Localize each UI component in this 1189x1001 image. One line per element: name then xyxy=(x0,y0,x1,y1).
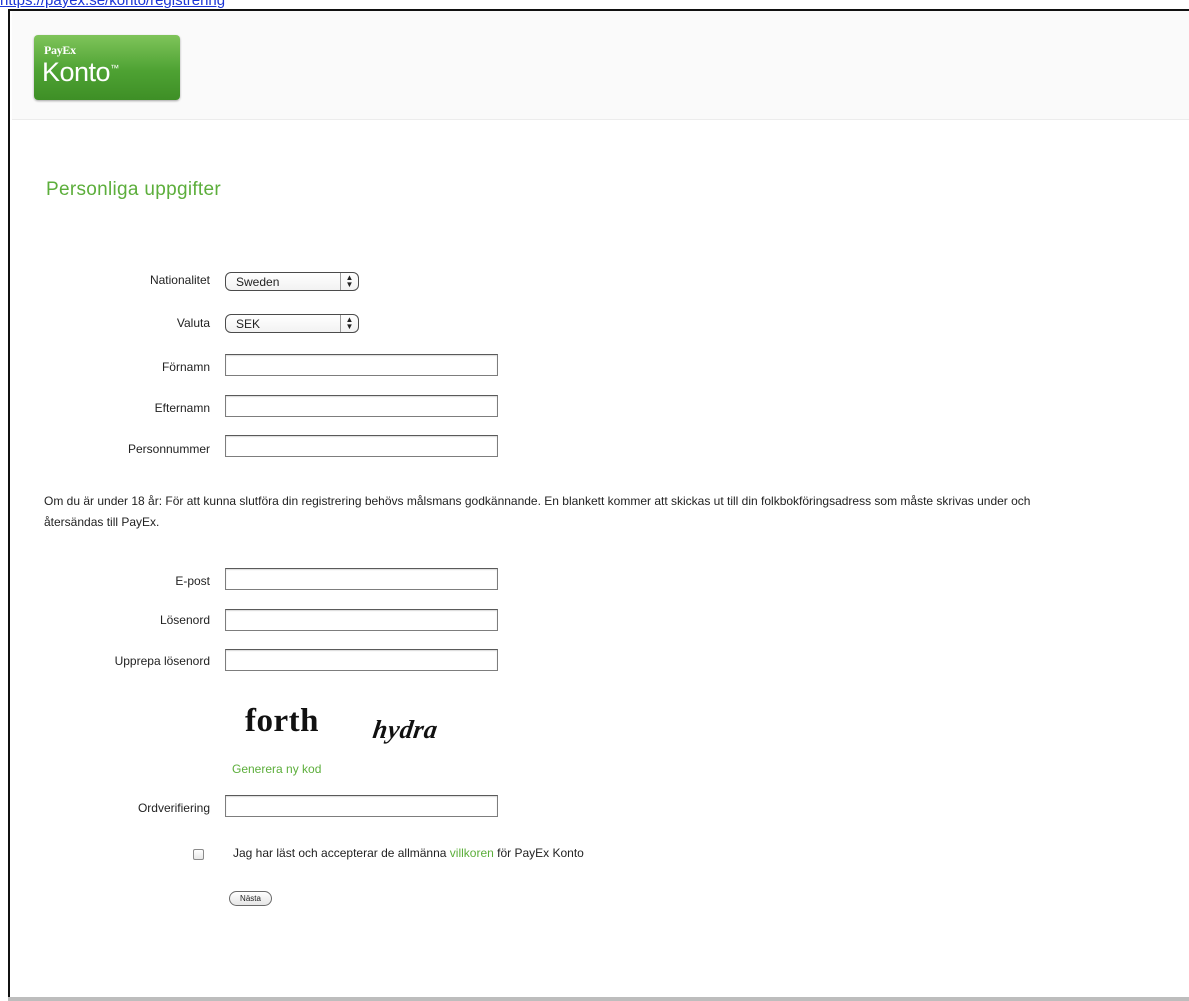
nationality-value: Sweden xyxy=(236,275,280,289)
password-field[interactable] xyxy=(225,609,498,631)
email-label: E-post xyxy=(175,574,210,588)
page-title: Personliga uppgifter xyxy=(46,179,221,200)
next-button[interactable]: Nästa xyxy=(229,891,272,906)
under-18-info-text: Om du är under 18 år: För att kunna slut… xyxy=(44,494,1031,529)
personal-number-field[interactable] xyxy=(225,435,498,457)
bottom-divider xyxy=(8,997,1189,1001)
word-verification-field[interactable] xyxy=(225,795,498,817)
nationality-label: Nationalitet xyxy=(149,273,210,287)
repeat-password-label: Upprepa lösenord xyxy=(114,654,210,668)
word-verification-label: Ordverifiering xyxy=(137,801,210,815)
first-name-field[interactable] xyxy=(225,354,498,376)
captcha-word-2: hydra xyxy=(371,715,440,744)
regenerate-code-link[interactable]: Generera ny kod xyxy=(232,762,321,776)
repeat-password-field[interactable] xyxy=(225,649,498,671)
terms-text: Jag har läst och accepterar de allmänna … xyxy=(233,846,584,860)
currency-select[interactable]: SEK ▲ ▼ xyxy=(225,314,359,333)
email-field[interactable] xyxy=(225,568,498,590)
terms-link[interactable]: villkoren xyxy=(450,846,494,860)
captcha-image: forth hydra xyxy=(245,703,505,753)
top-url-link[interactable]: https://payex.se/konto/registrering xyxy=(0,0,436,8)
last-name-label: Efternamn xyxy=(154,401,210,415)
terms-text-before: Jag har läst och accepterar de allmänna xyxy=(233,846,450,860)
last-name-field[interactable] xyxy=(225,395,498,417)
personal-number-label: Personnummer xyxy=(127,442,210,456)
payex-konto-logo[interactable]: PayEx Konto™ xyxy=(34,35,180,100)
nationality-select[interactable]: Sweden ▲ ▼ xyxy=(225,272,359,291)
password-label: Lösenord xyxy=(159,613,210,627)
terms-text-after: för PayEx Konto xyxy=(493,846,584,860)
currency-value: SEK xyxy=(236,317,261,331)
first-name-label: Förnamn xyxy=(161,360,210,374)
currency-label: Valuta xyxy=(176,316,210,330)
captcha-word-1: forth xyxy=(245,703,319,739)
page-frame: PayEx Konto™ Personliga uppgifter Nation… xyxy=(8,9,1189,999)
logo-product-text: Konto™ xyxy=(42,57,119,87)
select-arrows-icon: ▲ ▼ xyxy=(340,315,358,332)
terms-checkbox[interactable] xyxy=(193,849,204,860)
select-arrows-icon: ▲ ▼ xyxy=(340,273,358,290)
header: PayEx Konto™ xyxy=(12,11,1189,120)
logo-brand-text: PayEx xyxy=(44,43,76,57)
